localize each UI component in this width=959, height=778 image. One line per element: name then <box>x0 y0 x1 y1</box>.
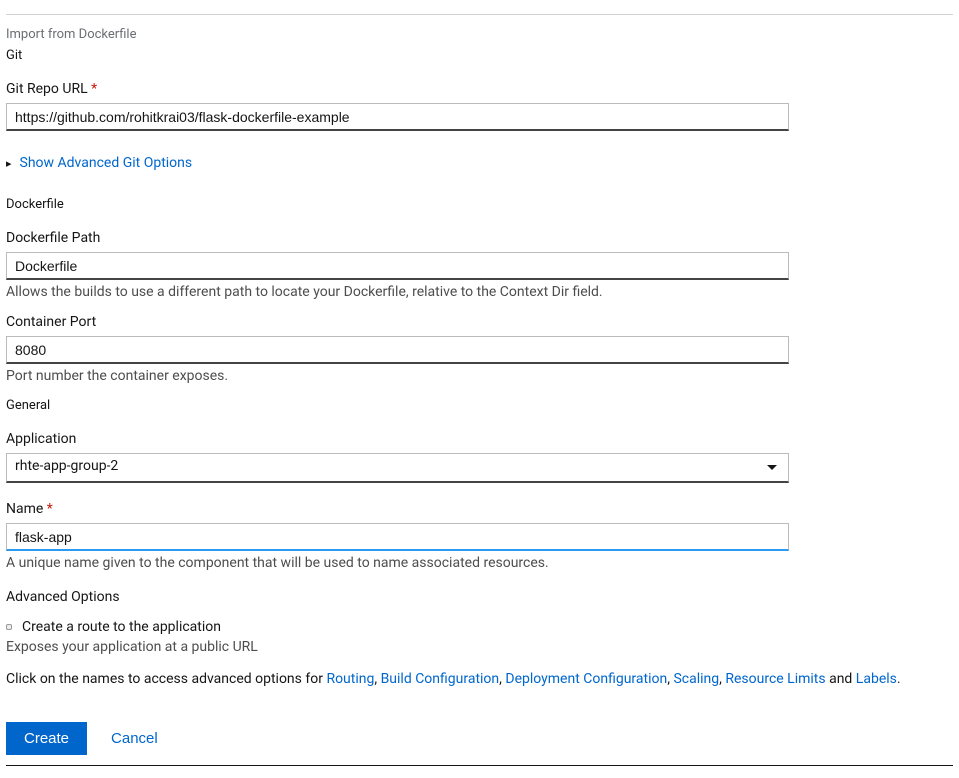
advanced-prefix: Click on the names to access advanced op… <box>6 671 326 687</box>
name-label-text: Name <box>6 501 43 517</box>
dockerfile-section-label: Dockerfile <box>6 197 953 212</box>
period: . <box>897 671 901 687</box>
required-star: * <box>47 501 53 517</box>
application-group: Application rhte-app-group-2 <box>6 431 953 483</box>
dockerfile-path-label: Dockerfile Path <box>6 230 953 246</box>
cancel-button[interactable]: Cancel <box>111 730 158 747</box>
dockerfile-path-help: Allows the builds to use a different pat… <box>6 284 953 300</box>
required-star: * <box>91 81 97 97</box>
create-route-checkbox[interactable] <box>6 624 12 630</box>
application-select[interactable]: rhte-app-group-2 <box>6 453 789 483</box>
create-route-row: Create a route to the application <box>6 619 953 635</box>
scaling-link[interactable]: Scaling <box>673 671 719 687</box>
advanced-git-toggle-label: Show Advanced Git Options <box>20 155 193 171</box>
resource-limits-link[interactable]: Resource Limits <box>725 671 825 687</box>
dockerfile-path-input[interactable] <box>6 252 789 280</box>
page-title: Import from Dockerfile <box>6 27 953 42</box>
git-section-label: Git <box>6 48 953 63</box>
create-button[interactable]: Create <box>6 722 87 755</box>
top-divider <box>6 14 953 15</box>
chevron-right-icon: ▸ <box>6 157 12 170</box>
container-port-label: Container Port <box>6 314 953 330</box>
git-repo-url-label-text: Git Repo URL <box>6 81 88 97</box>
git-repo-url-group: Git Repo URL * <box>6 81 953 131</box>
name-label: Name * <box>6 501 953 517</box>
git-repo-url-label: Git Repo URL * <box>6 81 953 97</box>
advanced-options-text: Click on the names to access advanced op… <box>6 669 953 690</box>
routing-link[interactable]: Routing <box>326 671 374 687</box>
dockerfile-path-group: Dockerfile Path Allows the builds to use… <box>6 230 953 300</box>
create-route-help: Exposes your application at a public URL <box>6 639 953 655</box>
advanced-git-toggle[interactable]: ▸ Show Advanced Git Options <box>6 155 192 171</box>
bottom-divider <box>6 765 953 766</box>
name-help: A unique name given to the component tha… <box>6 555 953 571</box>
create-route-label: Create a route to the application <box>22 619 221 635</box>
application-select-wrap: rhte-app-group-2 <box>6 453 789 483</box>
build-config-link[interactable]: Build Configuration <box>381 671 500 687</box>
deploy-config-link[interactable]: Deployment Configuration <box>505 671 667 687</box>
git-repo-url-input[interactable] <box>6 103 789 131</box>
name-input[interactable] <box>6 523 789 551</box>
application-label: Application <box>6 431 953 447</box>
general-section-label: General <box>6 398 953 413</box>
container-port-help: Port number the container exposes. <box>6 368 953 384</box>
name-group: Name * A unique name given to the compon… <box>6 501 953 571</box>
button-row: Create Cancel <box>6 722 953 755</box>
advanced-options-heading: Advanced Options <box>6 589 953 605</box>
labels-link[interactable]: Labels <box>856 671 897 687</box>
container-port-group: Container Port Port number the container… <box>6 314 953 384</box>
container-port-input[interactable] <box>6 336 789 364</box>
and-text: and <box>826 671 856 687</box>
